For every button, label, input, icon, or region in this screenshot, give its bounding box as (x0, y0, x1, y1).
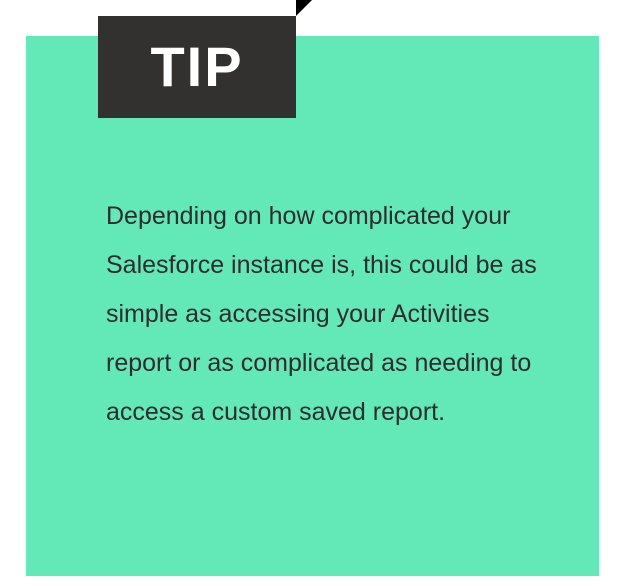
ribbon-fold-icon (296, 0, 312, 16)
tip-badge-box: TIP (98, 16, 296, 118)
tip-badge: TIP (98, 0, 312, 118)
tip-body-text: Depending on how complicated your Salesf… (106, 192, 546, 437)
tip-badge-label: TIP (150, 39, 243, 95)
tip-card: TIP Depending on how complicated your Sa… (0, 0, 625, 586)
